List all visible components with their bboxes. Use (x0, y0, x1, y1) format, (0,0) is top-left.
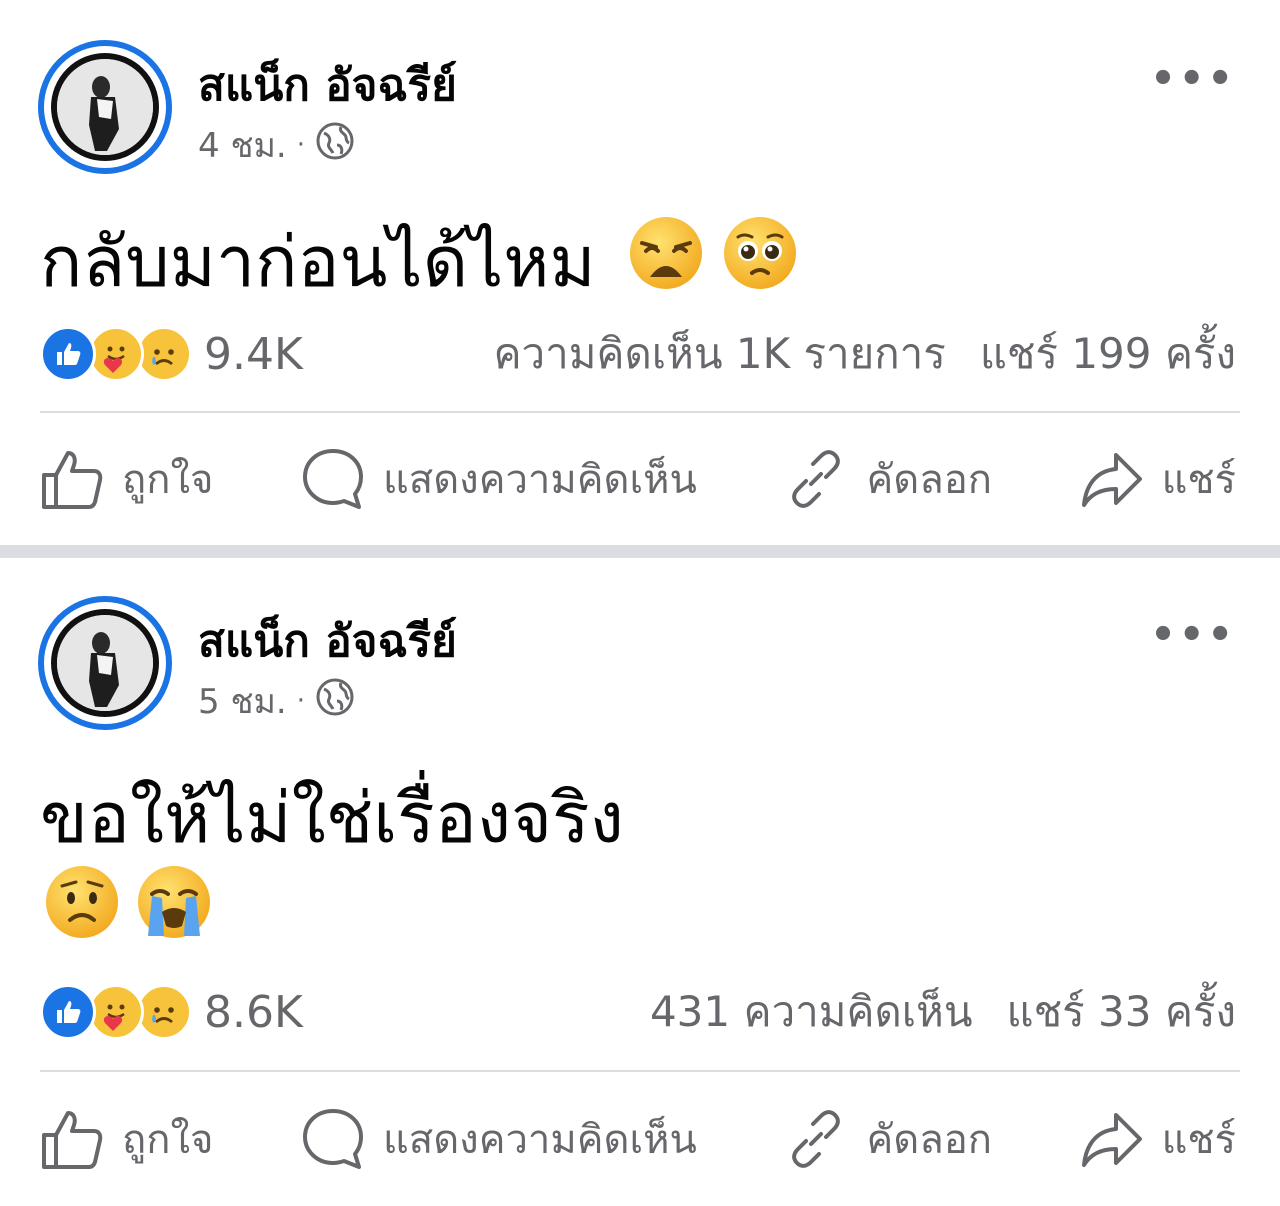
post: สแน็ก อัจฉรีย์ 4 ชม. · ••• กลับมาก่อนได้… (0, 0, 1280, 545)
link-icon (792, 450, 841, 508)
like-reaction-icon (40, 984, 96, 1040)
reaction-count: 8.6K (204, 986, 303, 1038)
globe-icon (315, 121, 355, 170)
comment-bubble-icon (303, 449, 363, 509)
care-reaction-icon (88, 326, 144, 382)
avatar-photo (51, 53, 159, 161)
copy-link-button[interactable]: คัดลอก (784, 1107, 992, 1171)
divider (40, 1070, 1240, 1072)
more-options-button[interactable]: ••• (1150, 56, 1236, 102)
link-icon (792, 1110, 841, 1168)
comment-button[interactable]: แสดงความคิดเห็น (301, 447, 697, 511)
like-button[interactable]: ถูกใจ (40, 447, 213, 511)
share-label: แชร์ (1161, 1117, 1236, 1163)
author-name[interactable]: สแน็ก อัจฉรีย์ (198, 606, 457, 676)
comment-label: แสดงความคิดเห็น (383, 1117, 697, 1163)
loudly-crying-face-emoji (136, 864, 212, 944)
post-meta: 5 ชม. · (198, 674, 355, 728)
comment-count[interactable]: ความคิดเห็น 1K รายการ (493, 321, 945, 387)
action-bar: ถูกใจ แสดงความคิดเห็น คัดลอก แชร์ (40, 444, 1236, 514)
avatar[interactable] (38, 40, 172, 174)
like-label: ถูกใจ (122, 457, 214, 503)
post: สแน็ก อัจฉรีย์ 5 ชม. · ••• ขอให้ไม่ใช่เร… (0, 558, 1280, 1206)
share-label: แชร์ (1161, 457, 1236, 503)
share-button[interactable]: แชร์ (1080, 1107, 1236, 1171)
post-text-line: ขอให้ไม่ใช่เรื่องจริง (40, 777, 624, 859)
globe-icon (315, 677, 355, 726)
comment-count[interactable]: 431 ความคิดเห็น (650, 979, 973, 1045)
more-options-button[interactable]: ••• (1150, 612, 1236, 658)
comment-button[interactable]: แสดงความคิดเห็น (301, 1107, 697, 1171)
post-text-line: กลับมาก่อนได้ไหม (40, 221, 596, 303)
care-reaction-icon (88, 984, 144, 1040)
like-reaction-icon (40, 326, 96, 382)
share-button[interactable]: แชร์ (1080, 447, 1236, 511)
copy-label: คัดลอก (866, 457, 992, 503)
divider (40, 411, 1240, 413)
post-body: กลับมาก่อนได้ไหม (40, 206, 798, 317)
reaction-icons (40, 984, 192, 1040)
reaction-icons (40, 326, 192, 382)
comment-bubble-icon (303, 1109, 363, 1169)
reaction-count: 9.4K (204, 328, 303, 380)
thumbs-up-icon (42, 451, 103, 509)
copy-link-button[interactable]: คัดลอก (784, 447, 992, 511)
post-time[interactable]: 5 ชม. (198, 674, 287, 728)
share-count[interactable]: แชร์ 199 ครั้ง (980, 321, 1236, 387)
worried-face-emoji (44, 864, 120, 944)
reaction-summary: 8.6K 431 ความคิดเห็น แชร์ 33 ครั้ง (40, 984, 1236, 1040)
reactions[interactable]: 8.6K (40, 984, 303, 1040)
like-label: ถูกใจ (122, 1117, 214, 1163)
meta-separator: · (296, 130, 306, 160)
like-button[interactable]: ถูกใจ (40, 1107, 213, 1171)
avatar[interactable] (38, 596, 172, 730)
action-bar: ถูกใจ แสดงความคิดเห็น คัดลอก แชร์ (40, 1104, 1236, 1174)
pleading-face-emoji (722, 215, 798, 308)
comment-label: แสดงความคิดเห็น (383, 457, 697, 503)
reaction-summary: 9.4K ความคิดเห็น 1K รายการ แชร์ 199 ครั้… (40, 326, 1236, 382)
post-meta: 4 ชม. · (198, 118, 355, 172)
avatar-photo (51, 609, 159, 717)
author-name[interactable]: สแน็ก อัจฉรีย์ (198, 50, 457, 120)
copy-label: คัดลอก (866, 1117, 992, 1163)
share-count[interactable]: แชร์ 33 ครั้ง (1007, 979, 1236, 1045)
share-arrow-icon (1081, 1113, 1142, 1167)
reactions[interactable]: 9.4K (40, 326, 303, 382)
thumbs-up-icon (42, 1111, 103, 1169)
post-separator (0, 545, 1280, 558)
meta-separator: · (296, 686, 306, 716)
share-arrow-icon (1081, 453, 1142, 507)
post-time[interactable]: 4 ชม. (198, 118, 287, 172)
sad-reaction-icon (136, 984, 192, 1040)
weary-face-emoji (628, 215, 704, 308)
sad-reaction-icon (136, 326, 192, 382)
post-emoji-line (44, 864, 212, 944)
